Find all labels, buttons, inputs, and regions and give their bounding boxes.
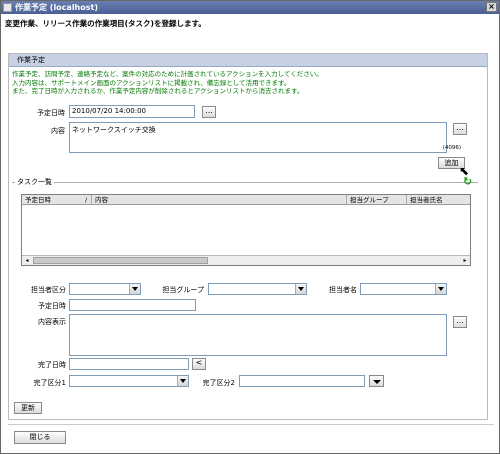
chevron-down-icon (295, 284, 306, 294)
content-display-expand-button[interactable]: ... (453, 316, 467, 328)
content-textarea[interactable]: ネットワークスイッチ交換 (69, 122, 447, 153)
content-display-textarea[interactable] (69, 314, 447, 356)
chevron-down-icon (177, 376, 188, 386)
chevron-down-icon (435, 284, 446, 294)
update-button[interactable]: 更新 (14, 402, 42, 414)
group-label: 担当グループ (162, 286, 204, 294)
task-list-legend: タスク一覧 (15, 177, 54, 187)
grid-horizontal-scrollbar[interactable]: ◂ ▸ (22, 255, 470, 265)
char-limit-text: (4096) (442, 145, 461, 151)
window-title: 作業予定 (localhost) (15, 3, 98, 12)
assignee-type-label: 担当者区分 (31, 286, 66, 294)
panel-title: 作業予定 (9, 54, 487, 67)
close-button[interactable]: 閉じる (14, 431, 66, 444)
notice-line: 作業予定、訪問予定、連絡予定など、案件の対応のために計画されているアクションを入… (12, 70, 323, 78)
done-date-label: 完了日時 (38, 361, 66, 369)
notice-text: 作業予定、訪問予定、連絡予定など、案件の対応のために計画されているアクションを入… (12, 70, 482, 96)
chevron-down-icon (129, 284, 140, 294)
detail-scheduled-label: 予定日時 (38, 302, 66, 310)
column-header-sort[interactable]: / (82, 195, 92, 205)
assignee-type-select[interactable] (69, 283, 141, 295)
refresh-icon[interactable]: ↻ (463, 176, 475, 188)
column-header-content[interactable]: 内容 (92, 195, 347, 205)
grid-header: 予定日時 / 内容 担当グループ 担当者氏名 (22, 195, 470, 205)
done-type2-dropdown-button[interactable] (369, 375, 384, 387)
task-grid: 予定日時 / 内容 担当グループ 担当者氏名 ◂ ▸ (21, 194, 471, 266)
detail-scheduled-input[interactable] (69, 299, 196, 311)
column-header-assignee[interactable]: 担当者氏名 (407, 195, 470, 205)
app-icon (3, 3, 12, 12)
scheduled-date-label: 予定日時 (37, 109, 65, 117)
scroll-thumb[interactable] (33, 257, 208, 264)
column-header-scheduled[interactable]: 予定日時 (22, 195, 82, 205)
content-label: 内容 (51, 127, 65, 135)
chevron-down-icon (373, 380, 381, 384)
title-bar: 作業予定 (localhost) × (1, 1, 499, 14)
window-close-button[interactable]: × (486, 2, 497, 12)
done-date-clear-button[interactable]: < (192, 358, 206, 370)
notice-line: 入力内容は、サポートメイン画面のアクションリストに掲載され、備忘録として活用でき… (12, 78, 291, 87)
done-type1-select[interactable] (69, 375, 189, 387)
content-display-label: 内容表示 (38, 318, 66, 326)
scheduled-date-input[interactable]: 2010/07/20 14:00:00 (69, 105, 195, 118)
scroll-right-icon[interactable]: ▸ (460, 256, 470, 265)
done-type2-select[interactable] (239, 375, 365, 387)
column-header-group[interactable]: 担当グループ (347, 195, 407, 205)
assignee-label: 担当者名 (329, 286, 357, 294)
done-type2-label: 完了区分2 (202, 379, 235, 387)
notice-line: また、完了日時が入力されるか、作業予定内容が削除されるとアクションリストから消去… (12, 87, 304, 95)
group-select[interactable] (208, 283, 307, 295)
footer-divider (8, 424, 494, 425)
task-schedule-window: 作業予定 (localhost) × 変更作業、リリース作業の作業項目(タスク)… (0, 0, 500, 454)
date-picker-button[interactable]: ... (202, 106, 216, 118)
done-date-input[interactable] (69, 358, 189, 370)
scroll-left-icon[interactable]: ◂ (22, 256, 32, 265)
page-subtitle: 変更作業、リリース作業の作業項目(タスク)を登録します。 (5, 19, 206, 28)
content-expand-button[interactable]: ... (453, 123, 467, 135)
done-type1-label: 完了区分1 (33, 379, 66, 387)
assignee-select[interactable] (360, 283, 447, 295)
